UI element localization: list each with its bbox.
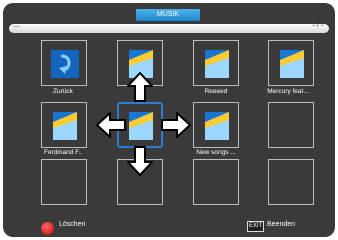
red-button-icon[interactable] xyxy=(41,222,54,235)
arrow-right-icon xyxy=(161,112,191,138)
grid-item-caption: Reeeed xyxy=(204,88,228,95)
grid-item-caption: New songs ... xyxy=(196,149,236,156)
arrow-up-icon xyxy=(127,72,153,102)
grid-item-empty[interactable] xyxy=(268,159,314,205)
path-left: — xyxy=(13,23,20,30)
arrow-left-icon xyxy=(96,112,126,138)
music-file-icon xyxy=(205,50,229,78)
grid-item-caption: Zurück xyxy=(53,88,73,95)
music-file-icon xyxy=(129,112,153,140)
arrow-down-icon xyxy=(127,146,153,176)
tv-screen: MUSIK — − / − Zurück Reeeed Mercury feat… xyxy=(3,3,335,237)
grid-item-file[interactable] xyxy=(193,102,239,148)
music-file-icon xyxy=(53,112,77,140)
page-indicator: − / − xyxy=(311,23,324,29)
grid-item-file[interactable] xyxy=(268,40,314,86)
exit-key-icon[interactable]: EXIT xyxy=(247,221,264,232)
music-file-icon xyxy=(205,112,229,140)
grid-item-caption: Mercury feat... xyxy=(267,88,309,95)
music-file-icon xyxy=(280,50,304,78)
grid-item-empty[interactable] xyxy=(268,102,314,148)
grid-item-empty[interactable] xyxy=(193,159,239,205)
grid-item-file[interactable] xyxy=(193,40,239,86)
grid-item-empty[interactable] xyxy=(41,159,87,205)
back-arrow-icon xyxy=(51,50,79,78)
grid-item-back[interactable] xyxy=(41,40,87,86)
path-bar: — − / − xyxy=(9,23,329,33)
exit-label: Beenden xyxy=(267,221,296,228)
delete-label: Löschen xyxy=(59,221,86,228)
page-title: MUSIK xyxy=(136,9,200,21)
grid-item-caption: Ferdinand F.. xyxy=(44,149,82,156)
grid-item-file[interactable] xyxy=(41,102,87,148)
